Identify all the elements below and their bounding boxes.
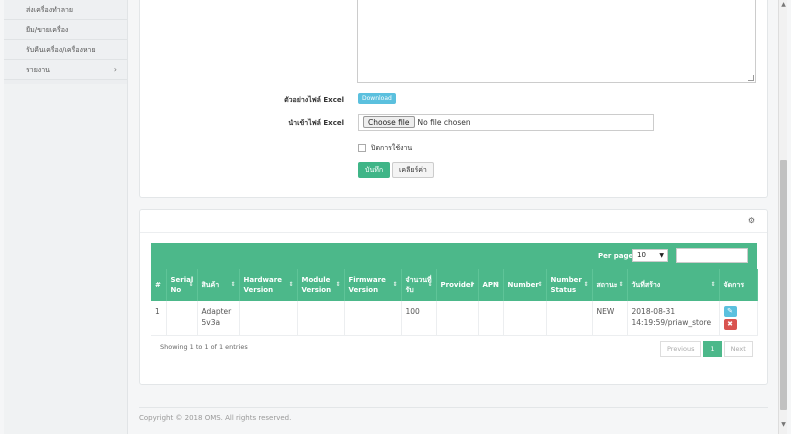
per-page-label: Per page: xyxy=(598,252,637,260)
save-button[interactable]: บันทึก xyxy=(358,162,391,178)
main-content: ตัวอย่างไฟล์ Excel Download นำเข้าไฟล์ E… xyxy=(139,0,768,434)
sidebar-item-send-destroy[interactable]: ส่งเครื่องทำลาย xyxy=(4,0,127,20)
pagination: Previous 1 Next xyxy=(660,341,753,357)
sidebar-item-label: รับคืนเครื่อง/เครื่องหาย xyxy=(26,46,96,54)
col-header-firmware[interactable]: Firmware Version ⇕ xyxy=(344,269,402,301)
per-page-select[interactable]: 10 ▼ xyxy=(632,249,668,262)
sidebar-item-borrow-sell[interactable]: ยืม/ขายเครื่อง xyxy=(4,20,127,40)
entries-info: Showing 1 to 1 of 1 entries xyxy=(160,343,248,351)
resize-grip-icon[interactable] xyxy=(748,75,754,81)
scrollbar-thumb[interactable] xyxy=(780,160,787,410)
col-header-qty[interactable]: จำนวนที่รับ ⇕ xyxy=(401,269,437,301)
col-header-no[interactable]: # xyxy=(151,269,167,301)
sort-icon: ⇕ xyxy=(710,281,716,288)
cell-hardware xyxy=(239,301,298,336)
cell-actions: ✎ ✖ xyxy=(719,301,758,336)
scroll-up-icon[interactable]: ▲ xyxy=(779,0,788,10)
per-page-value: 10 xyxy=(637,251,646,259)
col-header-status[interactable]: สถานะ ⇕ xyxy=(592,269,628,301)
cell-provider xyxy=(436,301,479,336)
col-header-module[interactable]: Module Version ⇕ xyxy=(297,269,345,301)
footer-copyright: Copyright © 2018 OMS. All rights reserve… xyxy=(139,407,768,427)
description-textarea[interactable] xyxy=(357,0,756,83)
search-input[interactable] xyxy=(676,248,748,263)
disable-checkbox-label: ปิดการใช้งาน xyxy=(371,144,413,152)
card-header: ⚙ xyxy=(140,210,767,233)
previous-page-button[interactable]: Previous xyxy=(660,341,702,357)
datatable-toolbar: Per page: 10 ▼ xyxy=(151,243,757,269)
sort-icon: ⇕ xyxy=(288,281,294,288)
col-header-hardware[interactable]: Hardware Version ⇕ xyxy=(239,269,298,301)
clear-button[interactable]: เคลียร์ค่า xyxy=(392,162,434,178)
chevron-right-icon: › xyxy=(113,65,117,74)
sort-icon: ⇕ xyxy=(469,281,475,288)
col-header-created[interactable]: วันที่สร้าง ⇕ xyxy=(627,269,720,301)
scroll-down-icon[interactable]: ▼ xyxy=(779,420,788,430)
sort-icon: ⇕ xyxy=(583,281,589,288)
cell-number xyxy=(503,301,547,336)
sidebar-item-label: รายงาน xyxy=(26,66,50,74)
sort-icon: ⇕ xyxy=(188,281,194,288)
download-button[interactable]: Download xyxy=(358,93,396,104)
file-input[interactable]: Choose file No file chosen xyxy=(358,114,654,131)
col-header-product[interactable]: สินค้า ⇕ xyxy=(197,269,240,301)
data-table: # Serial No ⇕ สินค้า ⇕ Hardware Version ⇕ M… xyxy=(151,269,758,336)
vertical-scrollbar[interactable]: ▲ ▼ xyxy=(778,0,787,434)
cell-no: 1 xyxy=(151,301,167,336)
col-header-number-status[interactable]: Number Status ⇕ xyxy=(546,269,593,301)
table-header-row: # Serial No ⇕ สินค้า ⇕ Hardware Version ⇕ M… xyxy=(151,269,758,301)
cell-created: 2018-08-31 14:19:59/priaw_store xyxy=(627,301,720,336)
file-status: No file chosen xyxy=(417,118,471,127)
col-header-serial[interactable]: Serial No ⇕ xyxy=(166,269,198,301)
sample-file-label: ตัวอย่างไฟล์ Excel xyxy=(284,96,344,104)
disable-checkbox[interactable] xyxy=(358,144,366,152)
cell-qty: 100 xyxy=(401,301,437,336)
sort-icon: ⇕ xyxy=(618,281,624,288)
table-card: ⚙ Per page: 10 ▼ # Serial No ⇕ สินค้า ⇕ Har… xyxy=(139,209,768,385)
sidebar: ส่งเครื่องทำลาย ยืม/ขายเครื่อง รับคืนเคร… xyxy=(4,0,128,434)
next-page-button[interactable]: Next xyxy=(723,341,753,357)
sidebar-item-report[interactable]: รายงาน › xyxy=(4,60,127,80)
edit-icon[interactable]: ✎ xyxy=(723,306,737,317)
cell-product: Adapter 5v3a xyxy=(197,301,240,336)
cell-module xyxy=(297,301,345,336)
cell-apn xyxy=(478,301,504,336)
col-header-apn[interactable]: APN ⇕ xyxy=(478,269,504,301)
cell-firmware xyxy=(344,301,402,336)
page-1-button[interactable]: 1 xyxy=(703,341,722,357)
table-row: 1 Adapter 5v3a 100 NEW 2018-08-31 14:19:… xyxy=(151,301,758,336)
sort-icon: ⇕ xyxy=(392,281,398,288)
choose-file-button[interactable]: Choose file xyxy=(363,116,415,128)
sidebar-item-label: ยืม/ขายเครื่อง xyxy=(26,26,69,34)
col-header-provider[interactable]: Provider ⇕ xyxy=(436,269,479,301)
sort-icon: ⇕ xyxy=(427,281,433,288)
sort-icon: ⇕ xyxy=(335,281,341,288)
delete-icon[interactable]: ✖ xyxy=(723,319,737,330)
sidebar-item-label: ส่งเครื่องทำลาย xyxy=(26,6,74,14)
col-header-number[interactable]: Number ⇕ xyxy=(503,269,547,301)
dropdown-arrow-icon: ▼ xyxy=(659,252,664,259)
import-file-label: นำเข้าไฟล์ Excel xyxy=(288,119,344,127)
sort-icon: ⇕ xyxy=(537,281,543,288)
gear-icon[interactable]: ⚙ xyxy=(748,216,755,225)
sidebar-item-return-lost[interactable]: รับคืนเครื่อง/เครื่องหาย xyxy=(4,40,127,60)
sort-icon: ⇕ xyxy=(230,281,236,288)
cell-status: NEW xyxy=(592,301,628,336)
cell-serial xyxy=(166,301,198,336)
import-form-card: ตัวอย่างไฟล์ Excel Download นำเข้าไฟล์ E… xyxy=(139,0,768,198)
sort-icon: ⇕ xyxy=(494,281,500,288)
sidebar-background xyxy=(4,84,127,434)
col-header-actions: จัดการ xyxy=(719,269,758,301)
cell-number-status xyxy=(546,301,593,336)
